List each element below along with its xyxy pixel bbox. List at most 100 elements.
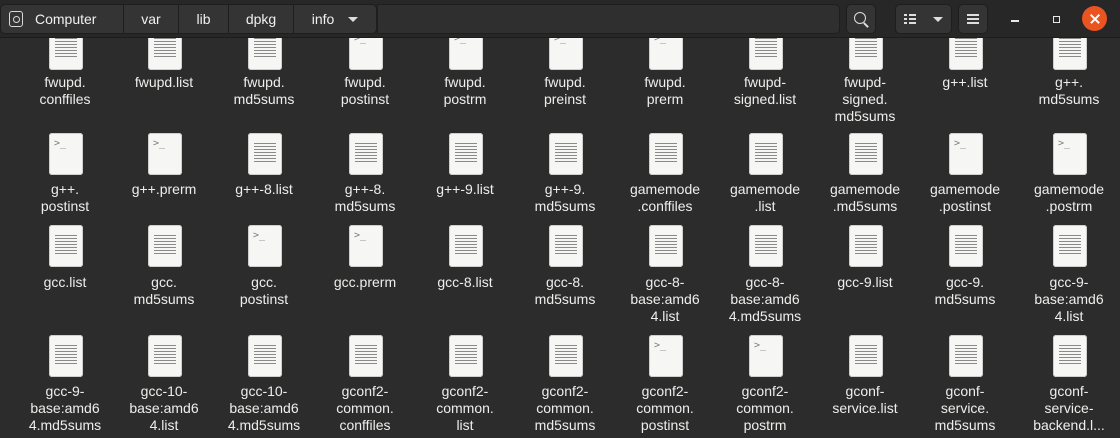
crumb-lib[interactable]: lib — [179, 4, 229, 34]
file-name: gamemode .md5sums — [829, 181, 901, 214]
text-file-icon — [949, 38, 983, 70]
file-name: g++-9. md5sums — [534, 181, 596, 214]
file-name: fwupd. md5sums — [233, 74, 295, 107]
text-file-icon — [248, 133, 282, 175]
minimize-button[interactable] — [1006, 10, 1024, 28]
search-button[interactable] — [846, 4, 876, 34]
script-file-icon — [649, 335, 683, 377]
crumb-label: var — [141, 11, 161, 27]
text-file-icon — [749, 133, 783, 175]
view-options-button[interactable] — [924, 4, 952, 34]
maximize-icon — [1052, 15, 1060, 23]
chevron-down-icon — [348, 16, 359, 22]
file-name: fwupd.list — [134, 74, 194, 90]
maximize-button[interactable] — [1047, 10, 1065, 28]
script-file-icon — [749, 335, 783, 377]
text-file-icon — [49, 225, 83, 267]
script-file-icon — [349, 38, 383, 70]
script-file-icon — [1053, 133, 1087, 175]
file-name: gconf- service.list — [832, 383, 898, 416]
file-name: gcc-9. md5sums — [934, 274, 996, 307]
file-name: gcc. postinst — [239, 274, 289, 307]
pathbar-empty — [377, 4, 840, 34]
file-name: fwupd- signed. md5sums — [834, 74, 896, 124]
script-file-icon — [49, 133, 83, 175]
file-name: fwupd- signed.list — [733, 74, 797, 107]
text-file-icon — [949, 335, 983, 377]
crumb-dpkg[interactable]: dpkg — [229, 4, 294, 34]
close-button[interactable] — [1082, 6, 1107, 31]
text-file-icon — [649, 225, 683, 267]
text-file-icon — [549, 335, 583, 377]
text-file-icon — [248, 38, 282, 70]
file-name: gconf- service. md5sums — [934, 383, 996, 433]
script-file-icon — [349, 225, 383, 267]
file-name: gcc-9- base:amd6 4.md5sums — [28, 383, 102, 433]
file-name: gcc-8.list — [437, 274, 493, 290]
file-name: g++-9.list — [436, 181, 494, 197]
crumb-label: Computer — [35, 11, 97, 27]
file-name: g++.prerm — [131, 181, 197, 197]
file-name: gconf2- common. postrm — [736, 383, 794, 433]
chevron-down-icon — [932, 16, 943, 22]
minimize-icon — [1011, 20, 1019, 22]
menu-button[interactable] — [958, 4, 988, 34]
file-name: gcc-9- base:amd6 4.list — [1034, 274, 1104, 324]
file-name: gconf- service- backend.l... — [1033, 383, 1105, 433]
file-name: gcc-8. md5sums — [534, 274, 596, 307]
text-file-icon — [949, 225, 983, 267]
file-name: fwupd. prerm — [644, 74, 686, 107]
crumb-var[interactable]: var — [124, 4, 179, 34]
file-name: g++-8. md5sums — [334, 181, 396, 214]
script-file-icon — [949, 133, 983, 175]
file-name: gcc. md5sums — [133, 274, 195, 307]
file-name: g++.list — [942, 74, 988, 90]
crumb-label: info — [311, 11, 335, 27]
list-view-button[interactable] — [895, 4, 925, 34]
text-file-icon — [649, 133, 683, 175]
script-file-icon — [148, 133, 182, 175]
text-file-icon — [749, 38, 783, 70]
file-name: fwupd. postinst — [340, 74, 390, 107]
text-file-icon — [49, 335, 83, 377]
text-file-icon — [349, 335, 383, 377]
hamburger-menu-icon — [967, 14, 979, 24]
close-icon — [1090, 14, 1100, 24]
text-file-icon — [1053, 38, 1087, 70]
file-name: gcc-10- base:amd6 4.md5sums — [227, 383, 301, 433]
script-file-icon — [248, 225, 282, 267]
text-file-icon — [449, 133, 483, 175]
file-name: gcc.list — [43, 274, 87, 290]
file-name: gconf2- common. conffiles — [336, 383, 394, 433]
crumb-computer[interactable]: Computer — [0, 4, 124, 34]
text-file-icon — [148, 335, 182, 377]
file-name: gcc.prerm — [333, 274, 397, 290]
file-name: gamemode .conffiles — [629, 181, 701, 214]
header-bar: Computer var lib dpkg info — [0, 0, 1120, 38]
search-icon — [853, 11, 866, 24]
scrollbar[interactable] — [1116, 38, 1120, 438]
text-file-icon — [1053, 335, 1087, 377]
drive-icon — [9, 11, 23, 27]
text-file-icon — [449, 335, 483, 377]
script-file-icon — [649, 38, 683, 70]
text-file-icon — [349, 133, 383, 175]
file-name: g++-8.list — [235, 181, 293, 197]
file-name: fwupd. conffiles — [39, 74, 91, 107]
text-file-icon — [849, 133, 883, 175]
text-file-icon — [749, 225, 783, 267]
file-name: g++. md5sums — [1038, 74, 1100, 107]
list-view-icon — [904, 14, 916, 24]
text-file-icon — [549, 133, 583, 175]
text-file-icon — [849, 225, 883, 267]
text-file-icon — [148, 225, 182, 267]
text-file-icon — [549, 225, 583, 267]
file-name: gcc-8- base:amd6 4.md5sums — [728, 274, 802, 324]
file-name: gamemode .list — [729, 181, 801, 214]
script-file-icon — [449, 38, 483, 70]
file-name: gcc-10- base:amd6 4.list — [129, 383, 199, 433]
file-name: gcc-9.list — [837, 274, 893, 290]
text-file-icon — [49, 38, 83, 70]
crumb-info[interactable]: info — [294, 4, 377, 34]
file-name: gcc-8- base:amd6 4.list — [630, 274, 700, 324]
